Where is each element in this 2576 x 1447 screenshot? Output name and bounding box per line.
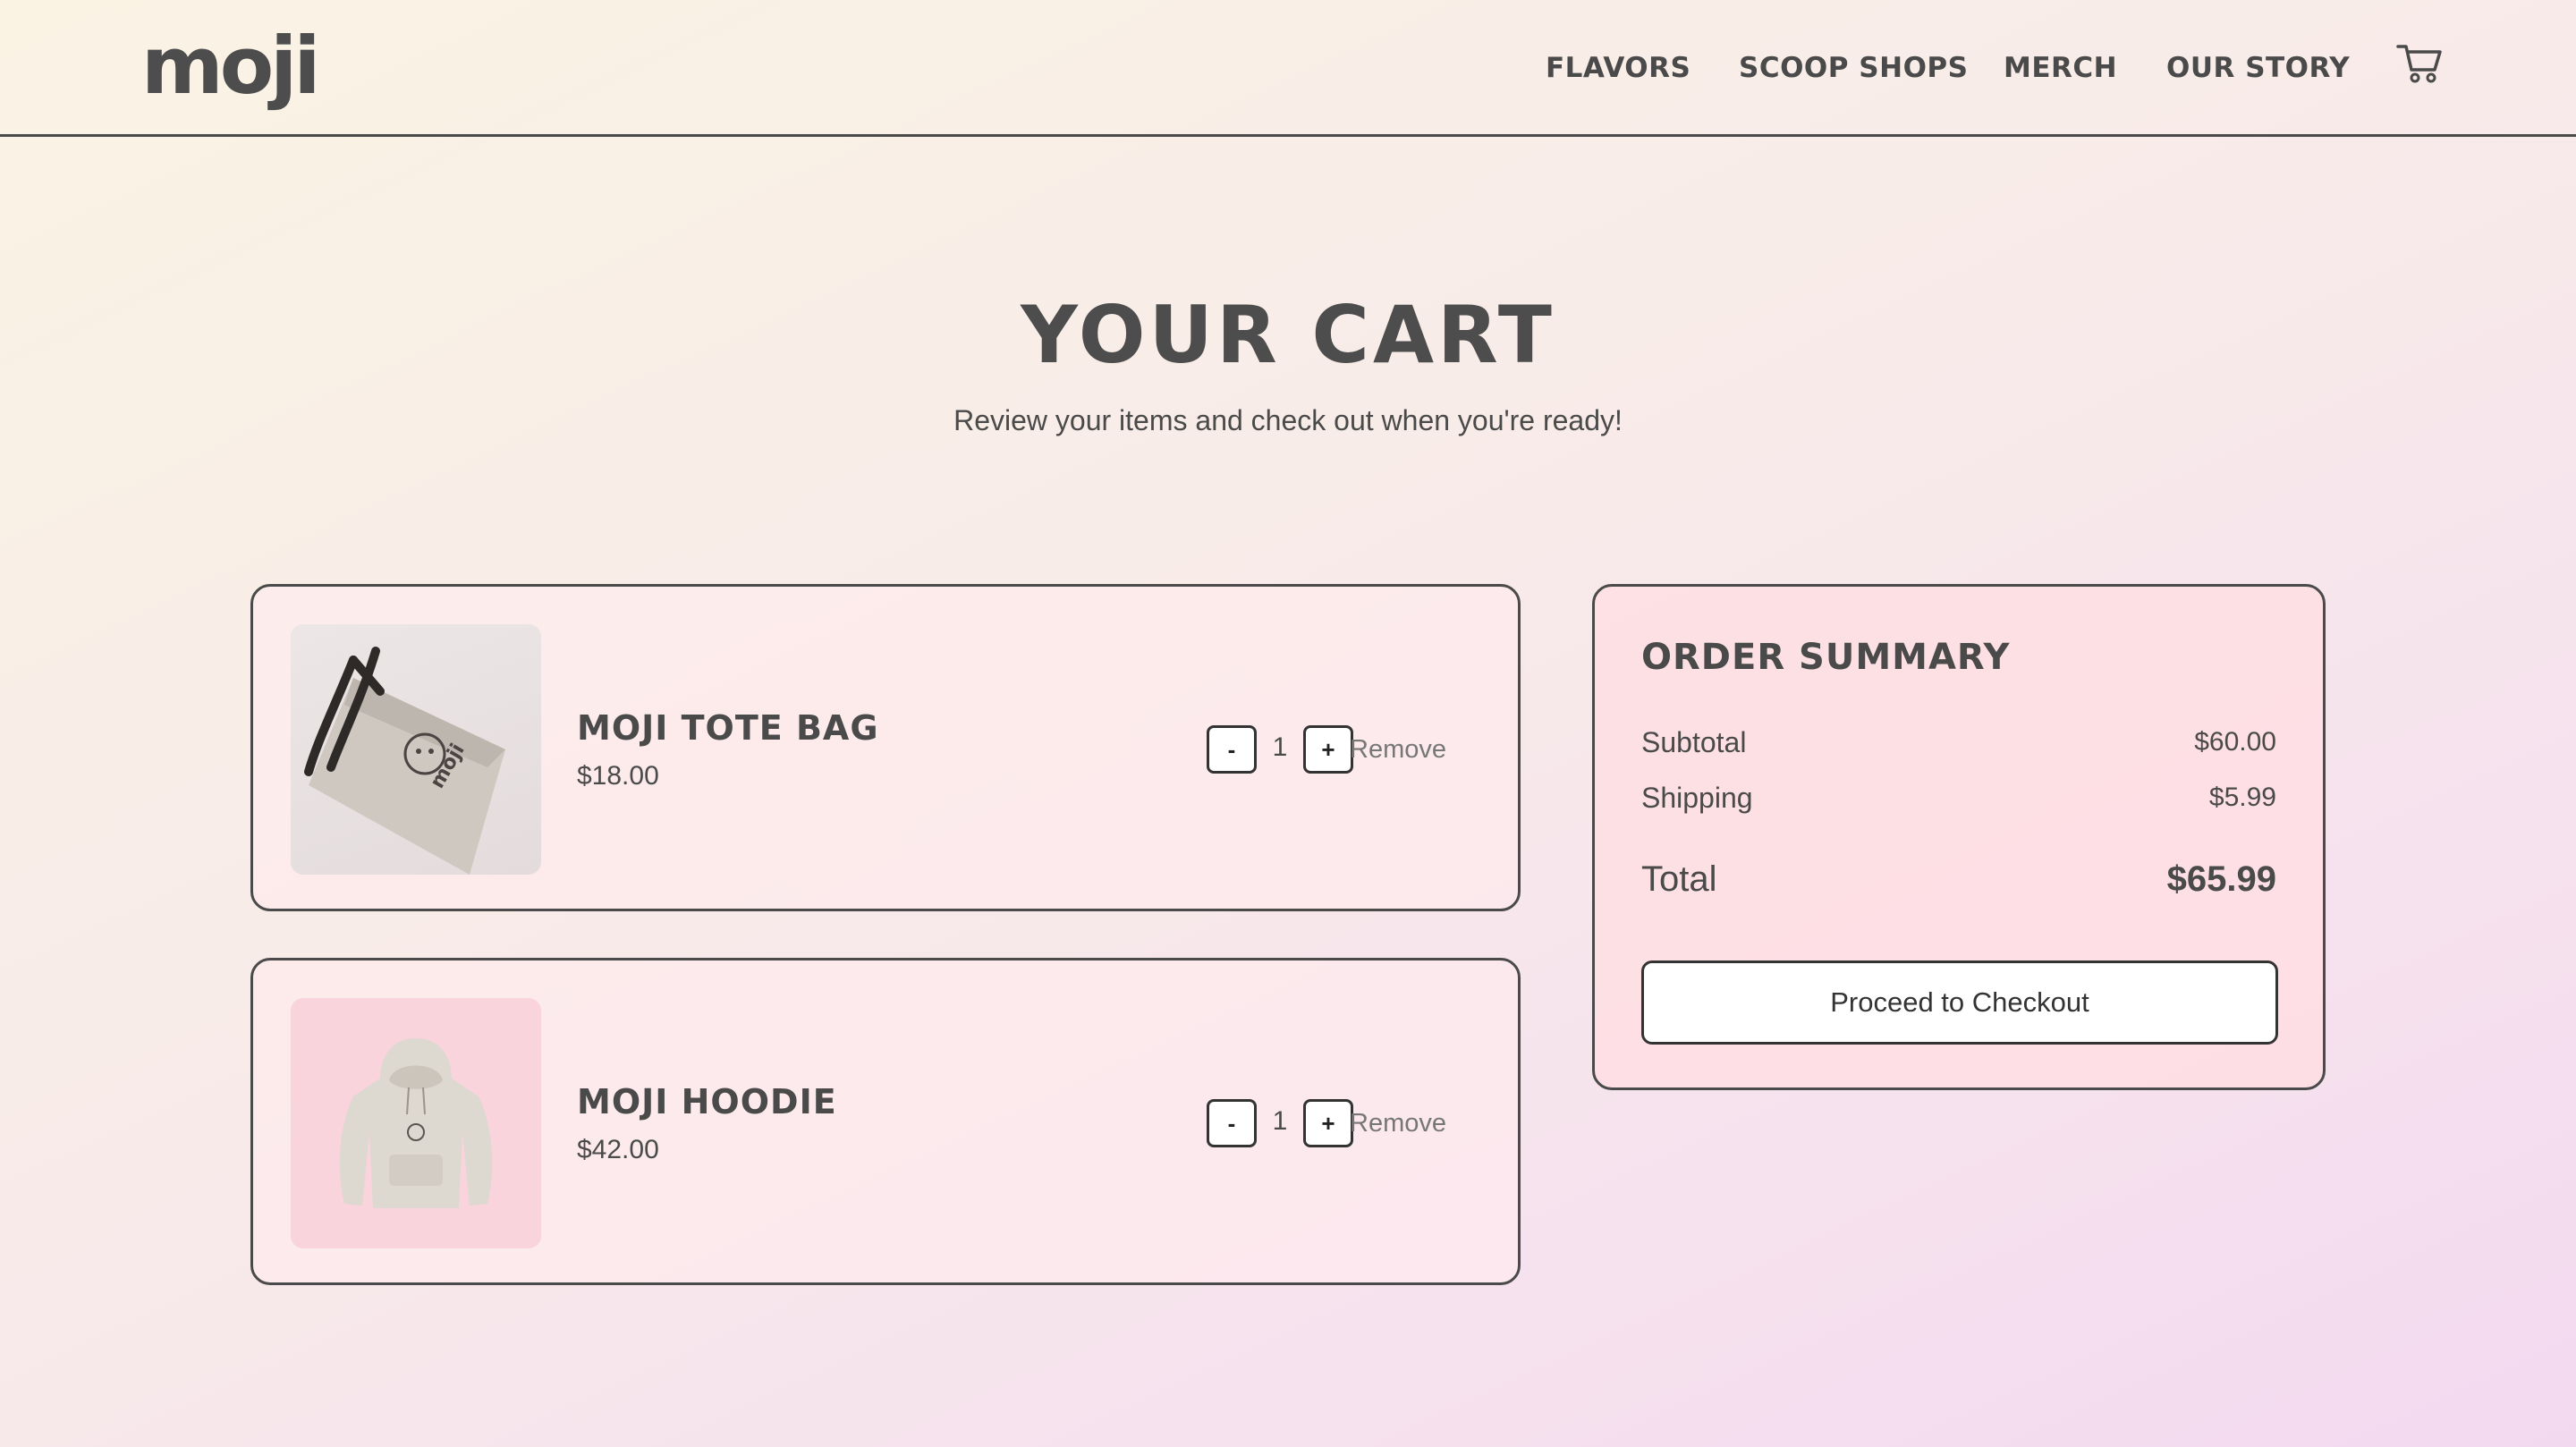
subtotal-label: Subtotal <box>1641 726 1747 758</box>
hoodie-image[interactable] <box>291 998 541 1248</box>
main-nav: FLAVORS SCOOP SHOPS MERCH OUR STORY <box>0 50 2576 86</box>
quantity-value: 1 <box>1272 732 1288 762</box>
cart-item-hoodie: MOJI HOODIE $42.00 - 1 + Remove <box>250 958 1521 1285</box>
site-header: moji FLAVORS SCOOP SHOPS MERCH OUR STORY <box>0 0 2576 137</box>
total-value: $65.99 <box>2166 859 2276 899</box>
order-summary-title: ORDER SUMMARY <box>1641 637 2011 678</box>
item-name: MOJI TOTE BAG <box>577 708 879 748</box>
cart-item-tote-bag: moji MOJI TOTE BAG $18.00 - 1 + Remove <box>250 584 1521 911</box>
nav-merch[interactable]: MERCH <box>2004 50 2117 86</box>
order-summary-panel: ORDER SUMMARY Subtotal $60.00 Shipping $… <box>1592 584 2326 1090</box>
quantity-increase-button[interactable]: + <box>1303 725 1353 774</box>
shipping-label: Shipping <box>1641 782 1753 814</box>
item-price: $42.00 <box>577 1135 659 1164</box>
item-name: MOJI HOODIE <box>577 1082 837 1121</box>
proceed-to-checkout-button[interactable]: Proceed to Checkout <box>1641 960 2278 1045</box>
page-title: YOUR CART <box>1021 289 1555 381</box>
quantity-decrease-button[interactable]: - <box>1207 1099 1257 1147</box>
subtotal-value: $60.00 <box>2194 727 2276 757</box>
nav-flavors[interactable]: FLAVORS <box>1546 50 1690 86</box>
tote-bag-image[interactable]: moji <box>291 624 541 875</box>
remove-item-link[interactable]: Remove <box>1350 1105 1446 1141</box>
quantity-increase-button[interactable]: + <box>1303 1099 1353 1147</box>
shopping-cart-icon[interactable] <box>2395 41 2444 84</box>
shipping-value: $5.99 <box>2208 783 2276 812</box>
quantity-decrease-button[interactable]: - <box>1207 725 1257 774</box>
page-subtitle: Review your items and check out when you… <box>953 404 1623 436</box>
nav-our-story[interactable]: OUR STORY <box>2166 50 2350 86</box>
nav-scoop-shops[interactable]: SCOOP SHOPS <box>1739 50 1968 86</box>
item-price: $18.00 <box>577 761 659 791</box>
quantity-value: 1 <box>1272 1106 1288 1136</box>
remove-item-link[interactable]: Remove <box>1350 732 1446 767</box>
total-label: Total <box>1641 859 1717 899</box>
